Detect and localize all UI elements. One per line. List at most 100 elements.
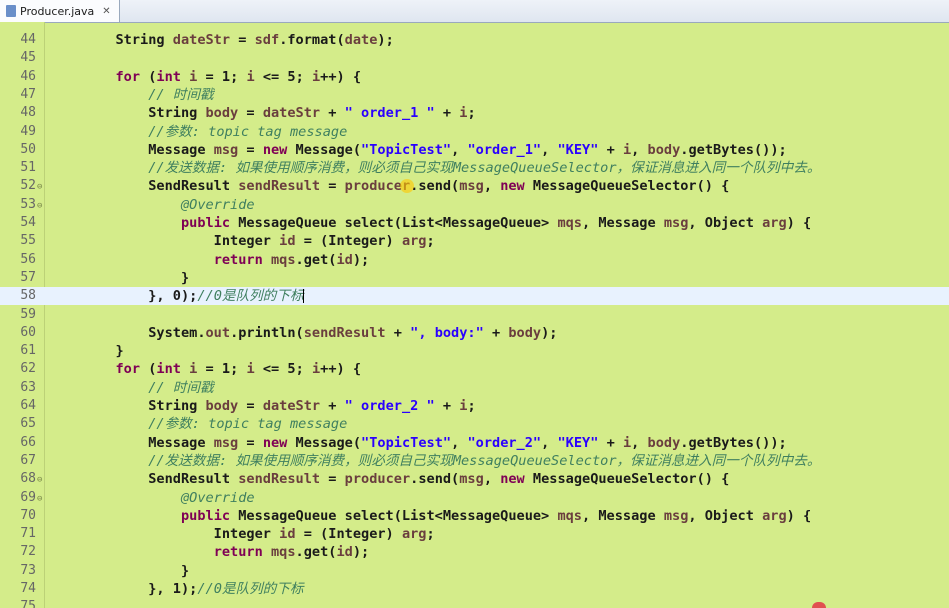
fold-marker-icon[interactable]: ⊖ [37,201,42,211]
line-number: 50 [20,141,36,157]
code-token: id [336,544,353,561]
code-token: = [320,178,345,195]
code-line[interactable]: 74 }, 1);//0是队列的下标 [0,580,949,598]
code-token: i [311,361,321,378]
code-token: MessageQueue select(List<MessageQueue> [230,215,558,231]
code-line[interactable]: 54 public MessageQueue select(List<Messa… [0,214,949,232]
code-token: public [180,507,231,524]
code-token: msg [213,434,239,451]
code-token: msg [663,215,689,231]
code-line[interactable]: 48 String body = dateStr + " order_1 " +… [0,104,949,122]
code-line[interactable]: 52 ⊖ SendResult sendResult = producer.sen… [0,177,949,195]
code-token: <= 5; [254,361,312,378]
code-line[interactable]: 65 //参数: topic tag message [0,415,949,433]
code-token: mqs [270,544,296,561]
code-token: Message [50,434,214,451]
code-line[interactable]: 56 return mqs.get(id); [0,251,949,269]
code-line[interactable]: 58 }, 0);//0是队列的下标 [0,287,949,306]
code-token: @Override [50,489,255,506]
line-number: 60 [20,324,36,340]
code-token: body [508,324,542,341]
code-token: } [50,269,190,286]
line-number: 62 [20,361,36,377]
code-line[interactable]: 70 public MessageQueue select(List<Messa… [0,507,949,525]
code-line[interactable]: 68 ⊖ SendResult sendResult = producer.sen… [0,470,949,488]
code-line[interactable]: 60 System.out.println(sendResult + ", bo… [0,324,949,342]
code-token: System. [50,324,206,341]
code-token: String [50,398,206,414]
code-text: Integer id = (Integer) arg; [50,232,435,250]
code-line[interactable]: 64 String body = dateStr + " order_2 " +… [0,397,949,415]
code-token: new [262,434,288,451]
code-token: ++) { [320,68,362,85]
code-token: ) { [786,215,812,231]
code-line[interactable]: 66 Message msg = new Message("TopicTest"… [0,434,949,452]
code-line[interactable]: 57 } [0,269,949,287]
code-token: String [50,32,173,48]
code-line[interactable]: 53 ⊖ @Override [0,196,949,214]
code-token: = [238,434,263,451]
code-line[interactable]: 63 // 时间戳 [0,379,949,397]
tab-producer-java[interactable]: Producer.java ✕ [0,0,120,22]
code-token: ; [467,398,476,414]
code-token: <= 5; [254,68,312,85]
line-number: 44 [20,32,36,47]
code-token: = [238,105,263,122]
code-line[interactable]: 46 for (int i = 1; i <= 5; i++) { [0,68,949,86]
code-token: , [541,434,558,451]
code-line[interactable]: 55 Integer id = (Integer) arg; [0,232,949,250]
code-text: return mqs.get(id); [50,251,370,269]
code-text: String body = dateStr + " order_1 " + i; [50,104,475,122]
code-line[interactable]: 72 return mqs.get(id); [0,543,949,561]
code-token: mqs [557,507,582,524]
code-line[interactable]: 47 // 时间戳 [0,86,949,104]
code-line[interactable]: 67 //发送数据: 如果使用顺序消费，则必须自己实现MessageQueueS… [0,452,949,470]
code-token: msg [213,141,239,158]
code-token: arg [401,233,427,250]
code-token: for [115,68,141,85]
code-token: // 时间戳 [50,86,214,103]
code-token: = [320,471,345,488]
code-line[interactable]: 73 } [0,562,949,580]
code-line[interactable]: 75 [0,598,949,608]
code-line[interactable]: 71 Integer id = (Integer) arg; [0,525,949,543]
code-token: producer [344,471,411,488]
code-token: sendResult [238,471,321,488]
code-line[interactable]: 61 } [0,342,949,360]
code-token: .send( [410,471,460,488]
close-icon[interactable]: ✕ [102,6,110,17]
code-token: //发送数据: 如果使用顺序消费，则必须自己实现MessageQueueSele… [50,160,821,177]
code-token: arg [762,215,787,231]
line-number: 47 [20,86,36,102]
code-token: .get( [295,251,337,268]
code-text: String body = dateStr + " order_2 " + i; [50,397,476,415]
code-text: public MessageQueue select(List<MessageQ… [50,214,811,232]
fold-marker-icon[interactable]: ⊖ [37,182,42,192]
editor-tab-bar: Producer.java ✕ [0,0,949,23]
code-line[interactable]: 44 String dateStr = sdf.format(date); [0,31,949,49]
code-line[interactable]: 50 Message msg = new Message("TopicTest"… [0,141,949,159]
code-token: = (Integer) [295,233,402,250]
code-line[interactable]: 49 //参数: topic tag message [0,123,949,141]
code-token: new [500,178,525,195]
code-line[interactable]: 69 ⊖ @Override [0,489,949,507]
code-editor[interactable]: 44 String dateStr = sdf.format(date); 45 4… [0,22,949,608]
code-line[interactable]: 62 for (int i = 1; i <= 5; i++) { [0,360,949,378]
code-text: Message msg = new Message("TopicTest", "… [50,141,787,159]
code-line[interactable]: 51 //发送数据: 如果使用顺序消费，则必须自己实现MessageQueueS… [0,159,949,177]
fold-marker-icon[interactable]: ⊖ [37,475,42,485]
code-text: //发送数据: 如果使用顺序消费，则必须自己实现MessageQueueSele… [50,452,820,470]
code-token: //发送数据: 如果使用顺序消费，则必须自己实现MessageQueueSele… [50,452,821,469]
code-token: i [622,434,632,451]
code-token: //参数: topic tag message [50,416,348,433]
fold-marker-icon[interactable]: ⊖ [37,494,42,504]
code-token: //0是队列的下标 [197,288,304,305]
code-token: new [262,141,288,158]
code-text: //参数: topic tag message [50,123,347,141]
code-line[interactable]: 45 [0,49,949,67]
code-line[interactable]: 59 [0,306,949,324]
line-number: 70 [20,507,36,523]
code-text: //发送数据: 如果使用顺序消费，则必须自己实现MessageQueueSele… [50,159,820,177]
